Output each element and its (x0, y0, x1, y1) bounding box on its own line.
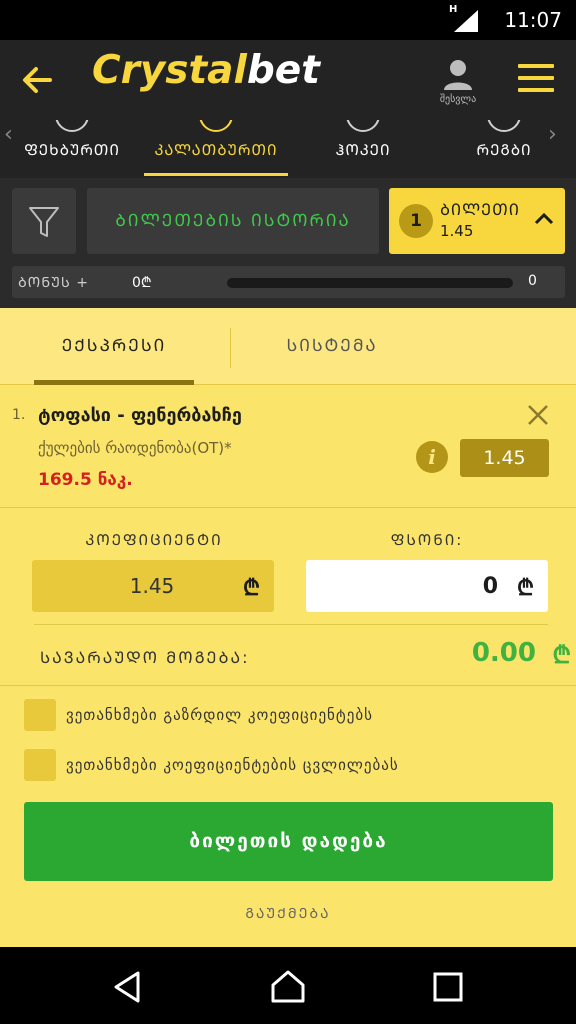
user-icon (444, 60, 472, 90)
ticket-count-badge: 1 (399, 204, 433, 238)
ticket-odds: 1.45 (440, 222, 474, 240)
selection-market: ქულების რაოდენობა(OT)* (38, 439, 232, 457)
info-icon[interactable]: i (416, 441, 448, 473)
cancel-button[interactable]: ᲒᲐᲣᲥᲛᲔᲑᲐ (0, 904, 576, 923)
currency-icon: ₾ (517, 576, 534, 601)
status-bar: H 11:07 (0, 0, 576, 40)
currency-icon: ₾ (243, 576, 260, 601)
coefficient-label: ᲙᲝᲔᲤᲘᲪᲘᲔᲜᲢᲘ (85, 531, 223, 549)
checkbox-label: ვეთანხმები გაზრდილ კოეფიციენტებს (66, 706, 373, 724)
recents-square-icon (433, 972, 463, 1002)
football-icon (55, 120, 89, 132)
bonus-label: ᲑᲝᲜᲣᲡ + (18, 275, 89, 291)
sport-tab-football[interactable]: ᲤᲔᲮᲑᲣᲠᲗᲘ (18, 120, 126, 178)
checkbox-label: ვეთანხმები კოეფიციენტების ცვლილებას (66, 756, 399, 774)
filter-button[interactable] (12, 188, 76, 254)
filter-icon (29, 207, 59, 237)
betslip-panel: ᲔᲥᲡᲞᲠᲔᲡᲘ ᲡᲘᲡᲢᲔᲛᲐ 1. ტოფასი - ფენერბახჩე … (0, 308, 576, 947)
selection-number: 1. (12, 407, 26, 423)
bet-calculator: ᲙᲝᲔᲤᲘᲪᲘᲔᲜᲢᲘ ᲤᲡᲝᲜᲘ: 1.45 ₾ ₾ ᲡᲐᲕᲐᲠᲐᲣᲓᲝ ᲛᲝ… (0, 508, 576, 684)
chevron-right-icon[interactable]: › (548, 122, 557, 147)
betslip-tabs: ᲔᲥᲡᲞᲠᲔᲡᲘ ᲡᲘᲡᲢᲔᲛᲐ (0, 308, 576, 385)
bonus-end-value: 0 (528, 273, 537, 289)
rugby-icon (487, 120, 521, 132)
sport-tab-basketball[interactable]: ᲙᲐᲚᲐᲗᲑᲣᲠᲗᲘ (144, 120, 288, 178)
stake-input[interactable] (306, 560, 502, 612)
selection-odds: 1.45 (460, 439, 549, 477)
bet-history-button[interactable]: ᲑᲘᲚᲔᲗᲔᲑᲘᲡ ᲘᲡᲢᲝᲠᲘᲐ (87, 188, 379, 254)
back-button[interactable] (20, 62, 60, 102)
hockey-icon (346, 120, 380, 132)
nav-back-button[interactable] (110, 969, 146, 1005)
chevron-left-icon[interactable]: ‹ (4, 122, 13, 147)
bet-options: ვეთანხმები გაზრდილ კოეფიციენტებს ვეთანხმ… (0, 685, 576, 781)
ticket-label: ᲑᲘᲚᲔᲗᲘ (440, 200, 520, 219)
divider (34, 624, 548, 625)
coefficient-value: 1.45 (129, 574, 175, 598)
app-header: Crystalbet შესვლა (0, 40, 576, 120)
sport-tab-hockey[interactable]: ᲰᲝᲙᲔᲘ (320, 120, 406, 178)
selection-event: ტოფასი - ფენერბახჩე (38, 405, 242, 426)
sports-nav: ‹ ᲤᲔᲮᲑᲣᲠᲗᲘ ᲙᲐᲚᲐᲗᲑᲣᲠᲗᲘ ᲰᲝᲙᲔᲘ ᲠᲔᲒᲑᲘ › (0, 120, 576, 178)
place-bet-button[interactable]: ბილეთის დადება (24, 802, 553, 881)
betslip-bar: ᲑᲘᲚᲔᲗᲔᲑᲘᲡ ᲘᲡᲢᲝᲠᲘᲐ 1 ᲑᲘᲚᲔᲗᲘ 1.45 ᲑᲝᲜᲣᲡ + … (0, 178, 576, 308)
active-tab-indicator (144, 173, 288, 176)
possible-win-label: ᲡᲐᲕᲐᲠᲐᲣᲓᲝ ᲛᲝᲒᲔᲑᲐ: (40, 648, 250, 667)
logo[interactable]: Crystalbet (92, 48, 320, 93)
tab-system[interactable]: ᲡᲘᲡᲢᲔᲛᲐ (232, 308, 432, 385)
bonus-progress: ᲑᲝᲜᲣᲡ + 0₾ 0 (12, 266, 565, 298)
checkbox-box[interactable] (24, 699, 56, 731)
arrow-left-icon (23, 67, 52, 93)
nav-home-button[interactable] (270, 969, 306, 1005)
close-icon (528, 405, 548, 425)
chevron-up-icon (534, 212, 554, 225)
signal-icon (454, 10, 478, 32)
sport-tab-rugby[interactable]: ᲠᲔᲒᲑᲘ (464, 120, 544, 178)
clock: 11:07 (504, 8, 562, 32)
bonus-progress-track (227, 278, 513, 288)
login-label: შესვლა (439, 94, 477, 105)
coefficient-display: 1.45 ₾ (32, 560, 274, 612)
basketball-icon (199, 120, 233, 132)
selection-line: 169.5 ნაკ. (38, 470, 133, 490)
stake-label: ᲤᲡᲝᲜᲘ: (390, 531, 464, 549)
tab-divider (230, 328, 231, 368)
menu-button[interactable] (518, 64, 554, 100)
hamburger-icon (518, 64, 554, 68)
remove-selection-button[interactable] (526, 403, 550, 427)
nav-recents-button[interactable] (430, 969, 466, 1005)
bonus-start-value: 0₾ (132, 275, 152, 291)
checkbox-box[interactable] (24, 749, 56, 781)
stake-field[interactable]: ₾ (306, 560, 548, 612)
ticket-toggle-button[interactable]: 1 ᲑᲘᲚᲔᲗᲘ 1.45 (389, 188, 565, 254)
login-button[interactable]: შესვლა (430, 58, 486, 110)
back-triangle-icon (114, 971, 140, 1003)
tab-express[interactable]: ᲔᲥᲡᲞᲠᲔᲡᲘ (34, 308, 194, 385)
possible-win-value: 0.00 (471, 638, 536, 668)
currency-icon: ₾ (552, 641, 571, 669)
bet-selection: 1. ტოფასი - ფენერბახჩე ქულების რაოდენობა… (0, 385, 576, 508)
system-nav-bar (0, 947, 576, 1024)
home-icon (271, 970, 305, 1003)
